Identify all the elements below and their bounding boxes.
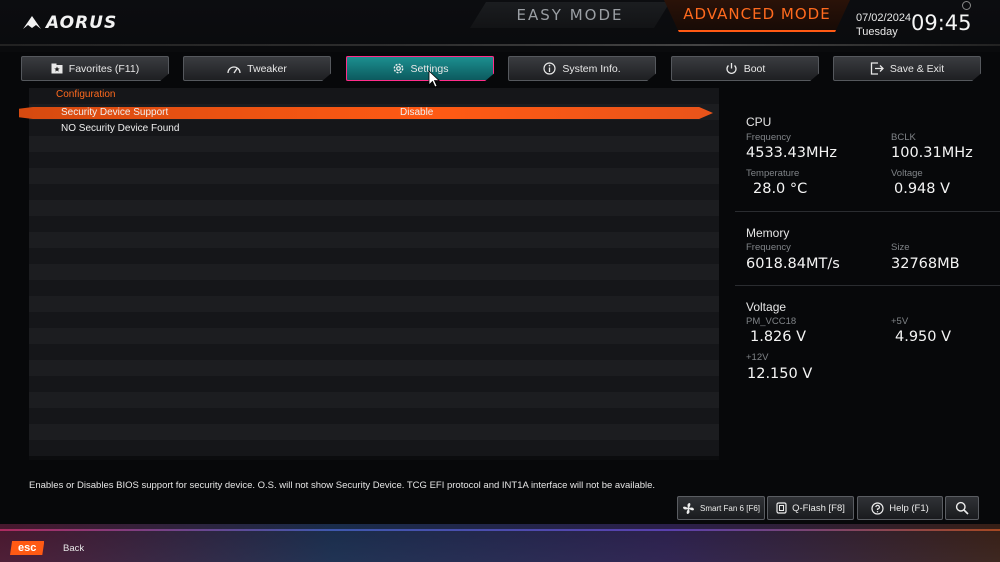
memory-frequency-label: Frequency: [746, 242, 791, 253]
aorus-logo: AORUS: [22, 12, 117, 34]
gear-icon: [393, 63, 403, 74]
clock: 09:45: [911, 11, 972, 35]
list-row: [29, 360, 719, 376]
voltage-title: Voltage: [746, 300, 787, 314]
smart-fan-label: Smart Fan 6 [F6]: [699, 503, 761, 513]
help-icon: [871, 501, 884, 515]
list-row: [29, 136, 719, 152]
list-row: [29, 376, 719, 392]
setting-label-no-security-device: NO Security Device Found: [61, 123, 180, 134]
tab-favorites[interactable]: Favorites (F11): [21, 56, 169, 81]
footer-glow-line: [0, 529, 1000, 531]
info-icon: [543, 62, 556, 75]
settings-panel: Configuration: [29, 88, 719, 460]
bclk-label: BCLK: [891, 132, 916, 143]
tab-label: Tweaker: [247, 62, 287, 75]
tab-save-exit[interactable]: Save & Exit: [833, 56, 981, 81]
cpu-voltage-value: 0.948 V: [894, 181, 951, 197]
p12v-label: +12V: [746, 352, 769, 363]
tab-settings[interactable]: Settings: [346, 56, 494, 81]
cpu-temperature-label: Temperature: [746, 168, 800, 179]
tab-label: Save & Exit: [889, 62, 945, 75]
tab-label: Boot: [743, 62, 766, 75]
help-label: Help (F1): [889, 502, 929, 514]
list-row: [29, 168, 719, 184]
list-row: [29, 424, 719, 440]
mouse-cursor-icon: [428, 70, 440, 88]
memory-size-label: Size: [891, 242, 910, 253]
fan-icon: [682, 502, 694, 514]
cpu-frequency-value: 4533.43MHz: [746, 145, 837, 161]
cpu-voltage-label: Voltage: [891, 168, 923, 179]
help-button[interactable]: Help (F1): [857, 496, 943, 520]
list-row: [29, 312, 719, 328]
top-divider: [0, 44, 1000, 46]
search-button[interactable]: [945, 496, 979, 520]
search-icon: [955, 501, 969, 515]
tab-boot[interactable]: Boot: [671, 56, 819, 81]
list-row: [29, 408, 719, 424]
aorus-eagle-icon: [23, 16, 41, 29]
p12v-value: 12.150 V: [747, 366, 813, 382]
pmvcc18-value: 1.826 V: [750, 329, 807, 345]
smart-fan-button[interactable]: Smart Fan 6 [F6]: [677, 496, 765, 520]
setting-value-security-device-support[interactable]: Disable: [400, 107, 433, 118]
list-row: [29, 328, 719, 344]
list-row: [29, 264, 719, 280]
memory-title: Memory: [746, 226, 790, 240]
list-row: [29, 232, 719, 248]
status-dot-icon: [962, 1, 971, 10]
easy-mode-button[interactable]: EASY MODE: [470, 2, 670, 28]
list-row: [29, 88, 719, 104]
date-display: 07/02/2024 Tuesday: [856, 11, 911, 39]
setting-label-security-device-support[interactable]: Security Device Support: [61, 107, 168, 118]
list-row: [29, 280, 719, 296]
brand-text: AORUS: [46, 13, 118, 33]
list-row: [29, 392, 719, 408]
qflash-button[interactable]: Q-Flash [F8]: [767, 496, 854, 520]
tab-tweaker[interactable]: Tweaker: [183, 56, 331, 81]
list-row: [29, 152, 719, 168]
info-divider: [735, 211, 1000, 212]
cpu-temperature-value: 28.0 °C: [753, 181, 808, 197]
qflash-label: Q-Flash [F8]: [792, 502, 845, 514]
star-folder-icon: [51, 63, 63, 74]
list-row: [29, 200, 719, 216]
cpu-title: CPU: [746, 115, 772, 129]
info-divider: [735, 285, 1000, 286]
qflash-icon: [776, 502, 787, 514]
cpu-frequency-label: Frequency: [746, 132, 791, 143]
advanced-mode-button[interactable]: ADVANCED MODE: [664, 0, 850, 32]
exit-icon: [870, 62, 884, 75]
power-icon: [726, 63, 737, 74]
memory-frequency-value: 6018.84MT/s: [746, 256, 840, 272]
memory-size-value: 32768MB: [891, 256, 960, 272]
p5v-value: 4.950 V: [895, 329, 952, 345]
help-description: Enables or Disables BIOS support for sec…: [29, 480, 656, 491]
tab-system-info[interactable]: System Info.: [508, 56, 656, 81]
list-row: [29, 344, 719, 360]
list-row: [29, 440, 719, 456]
bclk-value: 100.31MHz: [891, 145, 973, 161]
day-text: Tuesday: [856, 26, 898, 38]
list-row: [29, 216, 719, 232]
section-header: Configuration: [56, 89, 116, 100]
pmvcc18-label: PM_VCC18: [746, 316, 797, 327]
tab-label: System Info.: [562, 62, 621, 75]
back-label[interactable]: Back: [63, 543, 84, 554]
tab-label: Favorites (F11): [68, 62, 140, 75]
esc-key-button[interactable]: esc: [10, 541, 45, 555]
list-row: [29, 296, 719, 312]
date-text: 07/02/2024: [856, 12, 912, 24]
list-row: [29, 248, 719, 264]
list-row: [29, 184, 719, 200]
p5v-label: +5V: [891, 316, 909, 327]
gauge-icon: [227, 65, 241, 73]
